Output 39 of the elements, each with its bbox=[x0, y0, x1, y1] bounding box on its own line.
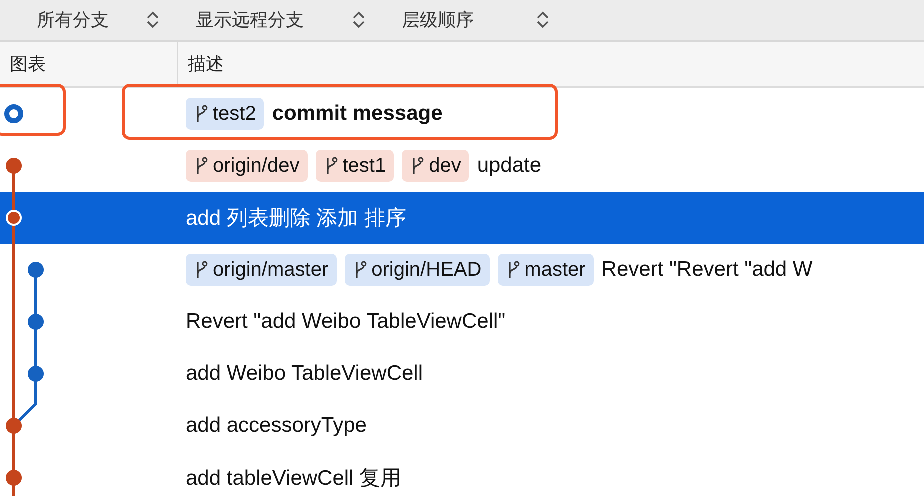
commit-message: add Weibo TableViewCell bbox=[186, 362, 423, 386]
up-down-chevron-icon bbox=[146, 10, 160, 30]
dropdown[interactable]: 显示远程分支 bbox=[196, 8, 366, 32]
commit-node bbox=[28, 366, 44, 382]
commit-node bbox=[6, 418, 22, 434]
branch-icon bbox=[194, 260, 208, 280]
commit-node bbox=[4, 104, 24, 124]
branch-tag: master bbox=[498, 254, 594, 286]
branch-tag: dev bbox=[402, 150, 470, 182]
column-header[interactable]: 描述 bbox=[178, 52, 224, 76]
commit-message: add 列表删除 添加 排序 bbox=[186, 206, 407, 232]
commit-message: commit message bbox=[272, 102, 443, 126]
commit-message: update bbox=[477, 154, 542, 178]
commit-message: add accessoryType bbox=[186, 414, 367, 438]
dropdown-label: 所有分支 bbox=[37, 9, 110, 32]
commit-node bbox=[6, 158, 22, 174]
branch-tag: origin/dev bbox=[186, 150, 308, 182]
dropdown-label: 显示远程分支 bbox=[196, 9, 305, 32]
up-down-chevron-icon bbox=[536, 10, 550, 30]
commit-node bbox=[6, 470, 22, 486]
dropdown[interactable]: 层级顺序 bbox=[402, 8, 550, 32]
commit-row[interactable]: add 列表删除 添加 排序 bbox=[0, 192, 924, 244]
commit-node bbox=[6, 210, 22, 226]
up-down-chevron-icon bbox=[352, 10, 366, 30]
branch-icon bbox=[410, 156, 424, 176]
branch-icon bbox=[194, 104, 208, 124]
commit-message: Revert "add Weibo TableViewCell" bbox=[186, 310, 506, 334]
dropdown[interactable]: 所有分支 bbox=[37, 8, 160, 32]
commit-node bbox=[28, 262, 44, 278]
branch-icon bbox=[194, 156, 208, 176]
branch-tag: test1 bbox=[316, 150, 394, 182]
column-header[interactable]: 图表 bbox=[0, 42, 178, 86]
commit-node bbox=[28, 314, 44, 330]
commit-message: add tableViewCell 复用 bbox=[186, 466, 402, 492]
branch-tag: test2 bbox=[186, 98, 264, 130]
commit-message: Revert "Revert "add W bbox=[602, 258, 813, 282]
branch-tag: origin/master bbox=[186, 254, 337, 286]
dropdown-label: 层级顺序 bbox=[402, 9, 475, 32]
branch-tag: origin/HEAD bbox=[344, 254, 490, 286]
